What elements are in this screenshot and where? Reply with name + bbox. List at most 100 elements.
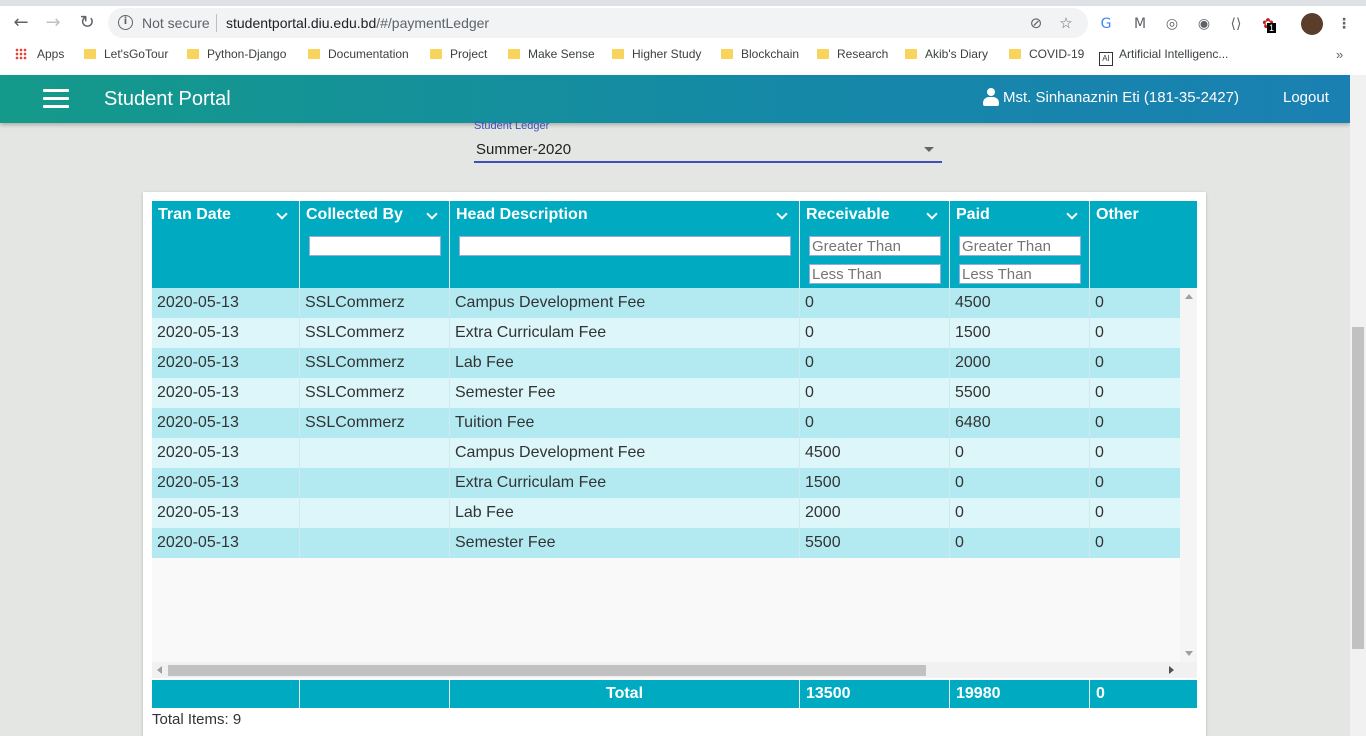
more-bookmarks-icon[interactable]: »: [1336, 47, 1343, 62]
bookmark-folder[interactable]: Let'sGoTour: [84, 47, 168, 63]
column-title: Other: [1096, 206, 1139, 223]
bookmark-folder[interactable]: Python-Django: [187, 47, 286, 63]
cell-paid: 5500: [950, 378, 1090, 408]
translate-extension-icon[interactable]: G: [1096, 14, 1116, 34]
camera-extension-icon[interactable]: ◉: [1194, 14, 1214, 34]
bookmark-ai[interactable]: AI Artificial Intelligenc...: [1099, 47, 1228, 66]
chevron-down-icon[interactable]: [1066, 208, 1078, 220]
table-row[interactable]: 2020-05-13 SSLCommerz Tuition Fee 0 6480…: [152, 408, 1180, 438]
forward-icon[interactable]: →: [40, 11, 66, 35]
address-bar[interactable]: i Not secure studentportal.diu.edu.bd/#/…: [108, 8, 1088, 38]
globe-extension-icon[interactable]: ◎: [1162, 14, 1182, 34]
column-header-head-description[interactable]: Head Description: [450, 201, 800, 288]
app-title[interactable]: Student Portal: [104, 88, 231, 111]
code-extension-icon[interactable]: ⟨⟩: [1226, 14, 1246, 34]
footer-cell-empty: [300, 680, 450, 708]
back-icon[interactable]: ←: [8, 11, 34, 35]
menu-kebab-icon[interactable]: ⋮: [1334, 14, 1354, 34]
collected-by-filter[interactable]: [309, 236, 441, 256]
cell-tran-date: 2020-05-13: [152, 498, 300, 528]
bookmark-folder[interactable]: Research: [817, 47, 888, 63]
cell-paid: 0: [950, 468, 1090, 498]
logout-link[interactable]: Logout: [1283, 89, 1329, 106]
folder-icon: [905, 49, 917, 59]
column-header-paid[interactable]: Paid: [950, 201, 1090, 288]
cell-receivable: 2000: [800, 498, 950, 528]
table-row[interactable]: 2020-05-13 Extra Curriculam Fee 1500 0 0: [152, 468, 1180, 498]
paid-less-than-filter[interactable]: [959, 264, 1081, 284]
receivable-greater-than-filter[interactable]: [809, 236, 941, 256]
reload-icon[interactable]: ↻: [74, 11, 100, 35]
bookmark-folder[interactable]: Blockchain: [721, 47, 799, 63]
footer-total-receivable: 13500: [800, 680, 950, 708]
cell-collected-by: SSLCommerz: [300, 378, 450, 408]
table-row[interactable]: 2020-05-13 Lab Fee 2000 0 0: [152, 498, 1180, 528]
scroll-down-icon[interactable]: [1185, 651, 1193, 656]
url-text[interactable]: studentportal.diu.edu.bd/#/paymentLedger: [226, 15, 489, 31]
cell-tran-date: 2020-05-13: [152, 378, 300, 408]
scroll-up-icon[interactable]: [1185, 294, 1193, 299]
bookmarks-bar: Apps Let'sGoTour Python-Django Documenta…: [0, 41, 1366, 69]
cell-paid: 4500: [950, 288, 1090, 318]
page-scrollbar-thumb[interactable]: [1352, 327, 1364, 649]
bookmark-folder[interactable]: Akib's Diary: [905, 47, 988, 63]
folder-icon: [721, 49, 733, 59]
url-host: studentportal.diu.edu.bd: [226, 15, 377, 31]
bookmark-folder[interactable]: Make Sense: [508, 47, 595, 63]
column-title: Tran Date: [158, 206, 231, 223]
column-header-other[interactable]: Other: [1090, 201, 1197, 288]
chevron-down-icon[interactable]: [926, 208, 938, 220]
table-row[interactable]: 2020-05-13 Semester Fee 5500 0 0: [152, 528, 1180, 558]
bookmark-apps[interactable]: Apps: [15, 47, 64, 63]
divider: [216, 14, 217, 32]
folder-icon: [84, 49, 96, 59]
cell-head-description: Lab Fee: [450, 498, 800, 528]
bookmark-folder[interactable]: Higher Study: [612, 47, 701, 63]
table-row[interactable]: 2020-05-13 Campus Development Fee 4500 0…: [152, 438, 1180, 468]
cell-collected-by: SSLCommerz: [300, 408, 450, 438]
profile-avatar[interactable]: [1301, 13, 1323, 35]
table-row[interactable]: 2020-05-13 SSLCommerz Semester Fee 0 550…: [152, 378, 1180, 408]
grid-vertical-scrollbar[interactable]: [1180, 288, 1197, 662]
user-name[interactable]: Mst. Sinhanaznin Eti (181-35-2427): [1003, 89, 1239, 106]
bookmark-star-icon[interactable]: ☆: [1056, 13, 1076, 33]
bookmark-folder[interactable]: COVID-19: [1009, 47, 1084, 63]
grid-horizontal-scrollbar[interactable]: [152, 662, 1197, 678]
ledger-semester-select[interactable]: Summer-2020: [474, 137, 942, 163]
receivable-less-than-filter[interactable]: [809, 264, 941, 284]
info-icon[interactable]: i: [118, 15, 133, 30]
scroll-left-icon[interactable]: [157, 666, 162, 674]
page-scrollbar[interactable]: [1350, 75, 1366, 736]
cell-paid: 0: [950, 528, 1090, 558]
chevron-down-icon[interactable]: [426, 208, 438, 220]
notification-extension-icon[interactable]: ✿1: [1258, 14, 1278, 34]
table-row[interactable]: 2020-05-13 SSLCommerz Extra Curriculam F…: [152, 318, 1180, 348]
bookmark-label: Research: [837, 47, 889, 61]
dropdown-caret-icon: [924, 147, 934, 152]
column-header-collected-by[interactable]: Collected By: [300, 201, 450, 288]
column-header-receivable[interactable]: Receivable: [800, 201, 950, 288]
column-title: Receivable: [806, 206, 890, 223]
paid-greater-than-filter[interactable]: [959, 236, 1081, 256]
footer-cell-empty: [152, 680, 300, 708]
cell-head-description: Tuition Fee: [450, 408, 800, 438]
chevron-down-icon[interactable]: [776, 208, 788, 220]
cell-receivable: 4500: [800, 438, 950, 468]
folder-icon: [1009, 49, 1021, 59]
chevron-down-icon[interactable]: [276, 208, 288, 220]
horizontal-scrollbar-thumb[interactable]: [168, 665, 926, 676]
cell-head-description: Extra Curriculam Fee: [450, 468, 800, 498]
scroll-right-icon[interactable]: [1169, 666, 1174, 674]
translate-blocked-icon[interactable]: ⊘: [1026, 13, 1046, 33]
head-description-filter[interactable]: [459, 236, 791, 256]
cell-paid: 0: [950, 438, 1090, 468]
column-header-tran-date[interactable]: Tran Date: [152, 201, 300, 288]
bookmark-folder[interactable]: Project: [430, 47, 487, 63]
hamburger-menu-icon[interactable]: [43, 89, 69, 109]
table-row[interactable]: 2020-05-13 SSLCommerz Lab Fee 0 2000 0: [152, 348, 1180, 378]
table-row[interactable]: 2020-05-13 SSLCommerz Campus Development…: [152, 288, 1180, 318]
bookmark-folder[interactable]: Documentation: [308, 47, 409, 63]
bookmark-label: Akib's Diary: [925, 47, 988, 61]
gmail-extension-icon[interactable]: M: [1130, 14, 1150, 34]
footer-total-label: Total: [450, 680, 800, 708]
